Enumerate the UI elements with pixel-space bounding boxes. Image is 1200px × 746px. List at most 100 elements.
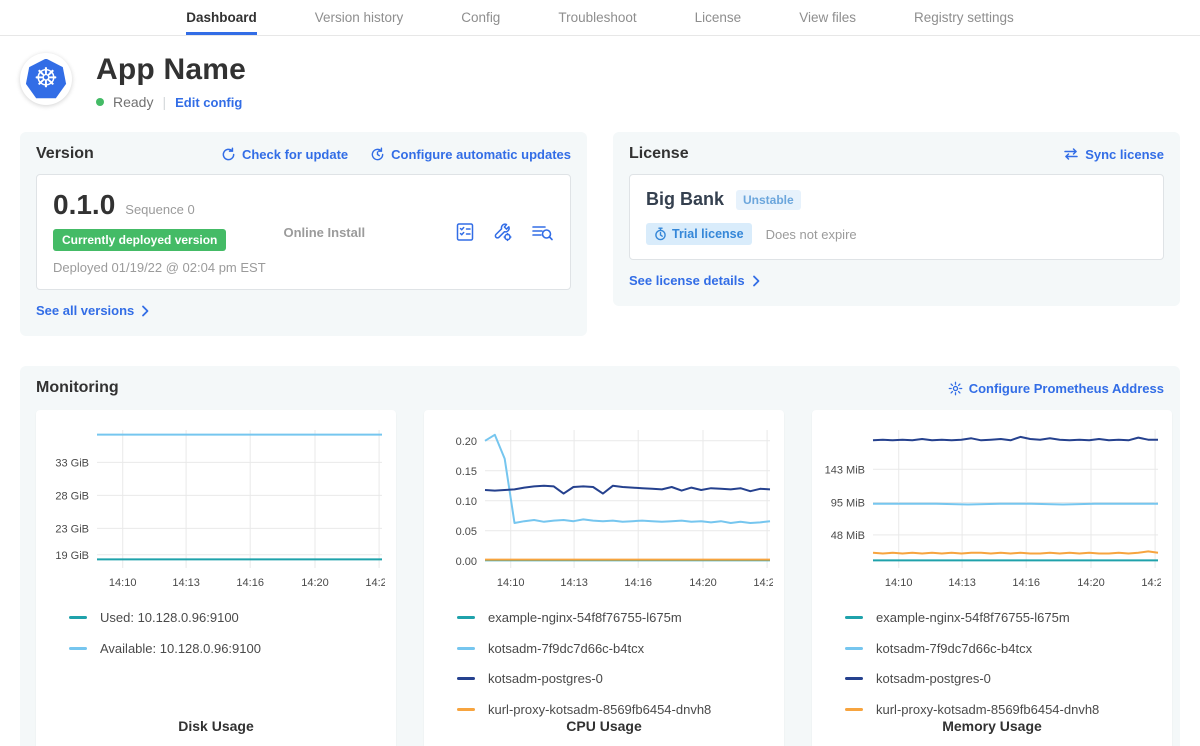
svg-text:14:10: 14:10 [109, 577, 137, 589]
svg-text:14:16: 14:16 [236, 577, 264, 589]
trial-license-badge: Trial license [646, 223, 752, 245]
legend-color-dash [845, 708, 863, 711]
legend-item: kotsadm-7f9dc7d66c-b4tcx [457, 641, 773, 656]
deployed-timestamp: Deployed 01/19/22 @ 02:04 pm EST [53, 260, 283, 275]
svg-text:14:20: 14:20 [1077, 577, 1105, 589]
legend-item: kurl-proxy-kotsadm-8569fb6454-dnvh8 [457, 702, 773, 717]
see-all-versions-link[interactable]: See all versions [36, 303, 150, 318]
version-card-title: Version [36, 145, 94, 163]
legend-item: kotsadm-postgres-0 [457, 671, 773, 686]
legend-color-dash [845, 677, 863, 680]
tab-version-history[interactable]: Version history [315, 0, 404, 35]
channel-badge: Unstable [736, 190, 801, 210]
version-number: 0.1.0 [53, 189, 115, 221]
memory-usage-chart: 143 MiB 95 MiB 48 MiB 14:10 14:13 14:16 14:20 1… [823, 422, 1161, 594]
legend-label: Available: 10.128.0.96:9100 [100, 641, 261, 656]
legend-color-dash [457, 647, 475, 650]
chevron-right-icon [140, 305, 150, 317]
chevron-right-icon [751, 275, 761, 287]
svg-text:14:10: 14:10 [497, 577, 525, 589]
tab-view-files[interactable]: View files [799, 0, 856, 35]
legend-label: kotsadm-7f9dc7d66c-b4tcx [876, 641, 1032, 656]
legend-label: kurl-proxy-kotsadm-8569fb6454-dnvh8 [876, 702, 1099, 717]
legend-color-dash [457, 708, 475, 711]
svg-text:0.10: 0.10 [456, 496, 477, 508]
sync-license-link[interactable]: Sync license [1063, 147, 1164, 162]
legend-label: example-nginx-54f8f76755-l675m [488, 610, 682, 625]
legend-label: Used: 10.128.0.96:9100 [100, 610, 239, 625]
edit-config-link[interactable]: Edit config [175, 95, 242, 110]
svg-text:143 MiB: 143 MiB [825, 464, 865, 476]
svg-text:48 MiB: 48 MiB [831, 530, 865, 542]
currently-deployed-badge: Currently deployed version [53, 229, 226, 251]
legend-color-dash [457, 616, 475, 619]
svg-text:14:13: 14:13 [560, 577, 588, 589]
configure-automatic-updates-link[interactable]: Configure automatic updates [370, 147, 571, 162]
kubernetes-icon: ☸ [26, 59, 67, 100]
license-card-title: License [629, 145, 689, 163]
license-card: License Sync license Big Bank Unstable [613, 132, 1180, 306]
svg-text:14:23: 14:23 [1141, 577, 1161, 589]
svg-text:0.00: 0.00 [456, 556, 477, 568]
svg-text:14:23: 14:23 [365, 577, 385, 589]
tab-registry-settings[interactable]: Registry settings [914, 0, 1014, 35]
check-for-update-link[interactable]: Check for update [221, 147, 348, 162]
legend-label: example-nginx-54f8f76755-l675m [876, 610, 1070, 625]
svg-text:19 GiB: 19 GiB [55, 550, 89, 562]
svg-text:0.20: 0.20 [456, 436, 477, 448]
legend-item: Available: 10.128.0.96:9100 [69, 641, 385, 656]
cpu-usage-legend: example-nginx-54f8f76755-l675m kotsadm-7f… [435, 610, 773, 717]
stopwatch-icon [654, 227, 667, 241]
disk-usage-legend: Used: 10.128.0.96:9100 Available: 10.128.… [47, 610, 385, 656]
disk-usage-chart: 33 GiB28 GiB23 GiB19 GiB14:1014:1314:161… [47, 422, 385, 594]
chart-title: Disk Usage [47, 718, 385, 734]
tab-dashboard[interactable]: Dashboard [186, 0, 257, 35]
svg-text:14:23: 14:23 [753, 577, 773, 589]
memory-usage-legend: example-nginx-54f8f76755-l675m kotsadm-7f… [823, 610, 1161, 717]
see-license-details-link[interactable]: See license details [629, 273, 761, 288]
version-sequence: Sequence 0 [125, 202, 194, 217]
legend-color-dash [69, 647, 87, 650]
clock-refresh-icon [370, 147, 385, 162]
tab-license[interactable]: License [695, 0, 742, 35]
svg-text:0.05: 0.05 [456, 526, 477, 538]
svg-text:95 MiB: 95 MiB [831, 498, 865, 510]
gear-icon [948, 381, 963, 396]
legend-item: kotsadm-7f9dc7d66c-b4tcx [845, 641, 1161, 656]
config-wrench-icon[interactable] [492, 221, 514, 243]
legend-item: example-nginx-54f8f76755-l675m [845, 610, 1161, 625]
legend-item: example-nginx-54f8f76755-l675m [457, 610, 773, 625]
legend-label: kotsadm-postgres-0 [876, 671, 991, 686]
monitoring-title: Monitoring [36, 379, 119, 397]
app-title: App Name [96, 53, 246, 87]
tab-troubleshoot[interactable]: Troubleshoot [558, 0, 636, 35]
svg-text:14:20: 14:20 [301, 577, 329, 589]
license-assignee: Big Bank [646, 189, 724, 210]
svg-text:14:16: 14:16 [1012, 577, 1040, 589]
svg-text:28 GiB: 28 GiB [55, 490, 89, 502]
app-logo: ☸ [20, 53, 72, 105]
legend-item: kotsadm-postgres-0 [845, 671, 1161, 686]
top-navbar: Dashboard Version history Config Trouble… [0, 0, 1200, 36]
preflight-checks-icon[interactable] [454, 221, 476, 243]
svg-text:14:16: 14:16 [624, 577, 652, 589]
svg-text:14:13: 14:13 [948, 577, 976, 589]
legend-item: kurl-proxy-kotsadm-8569fb6454-dnvh8 [845, 702, 1161, 717]
svg-text:14:10: 14:10 [885, 577, 913, 589]
legend-label: kotsadm-7f9dc7d66c-b4tcx [488, 641, 644, 656]
view-logs-icon[interactable] [530, 221, 554, 243]
refresh-icon [221, 147, 236, 162]
divider: | [162, 94, 166, 110]
configure-prometheus-link[interactable]: Configure Prometheus Address [948, 381, 1164, 396]
legend-label: kotsadm-postgres-0 [488, 671, 603, 686]
legend-label: kurl-proxy-kotsadm-8569fb6454-dnvh8 [488, 702, 711, 717]
sync-icon [1063, 147, 1079, 161]
monitoring-section: Monitoring Configure Prometheus Address … [20, 366, 1180, 746]
svg-text:0.15: 0.15 [456, 466, 477, 478]
chart-title: CPU Usage [435, 718, 773, 734]
app-header: ☸ App Name Ready | Edit config [20, 53, 1180, 110]
svg-text:14:13: 14:13 [172, 577, 200, 589]
install-type-label: Online Install [283, 225, 454, 240]
tab-config[interactable]: Config [461, 0, 500, 35]
memory-usage-chart-card: 143 MiB 95 MiB 48 MiB 14:10 14:13 14:16 14:20 1… [812, 410, 1172, 746]
